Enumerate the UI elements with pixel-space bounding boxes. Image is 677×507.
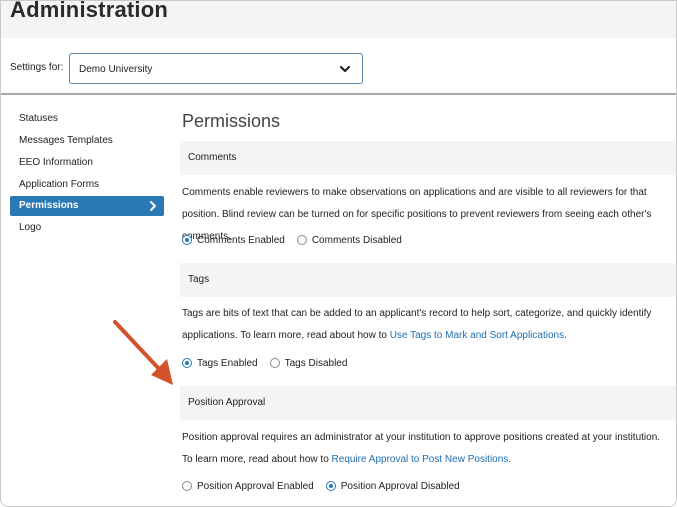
chevron-down-icon — [339, 65, 351, 73]
comments-radio-group: Comments Enabled Comments Disabled — [182, 232, 414, 248]
tags-heading: Tags — [180, 263, 676, 297]
sidebar-item-logo[interactable]: Logo — [10, 218, 164, 238]
position-approval-disabled-radio[interactable] — [325, 481, 336, 491]
position-approval-heading: Position Approval — [180, 386, 676, 420]
annotation-arrow-icon — [113, 320, 173, 385]
position-approval-radio-group: Position Approval Enabled Position Appro… — [182, 478, 472, 494]
comments-heading: Comments — [180, 141, 676, 175]
sidebar-item-statuses[interactable]: Statuses — [10, 109, 164, 129]
comments-disabled-label[interactable]: Comments Disabled — [312, 235, 402, 246]
comments-enabled-label[interactable]: Comments Enabled — [197, 235, 285, 246]
position-approval-enabled-label[interactable]: Position Approval Enabled — [197, 481, 314, 492]
settings-bar: Settings for: Demo University — [1, 38, 676, 95]
section-title: Permissions — [182, 111, 281, 131]
page-title: Administration — [10, 0, 169, 22]
settings-for-label: Settings for: — [10, 62, 64, 73]
tags-radio-group: Tags Enabled Tags Disabled — [182, 355, 359, 371]
sidebar-item-label: Permissions — [19, 200, 79, 211]
tags-help-link[interactable]: Use Tags to Mark and Sort Applications. — [390, 330, 567, 341]
comments-enabled-radio[interactable] — [182, 235, 192, 245]
tags-enabled-radio[interactable] — [182, 358, 192, 368]
position-approval-help-link[interactable]: Require Approval to Post New Positions. — [332, 454, 512, 465]
comments-disabled-radio[interactable] — [296, 235, 307, 245]
chevron-right-icon — [150, 201, 156, 211]
tags-description: Tags are bits of text that can be added … — [182, 303, 672, 347]
tags-disabled-radio[interactable] — [269, 358, 280, 368]
admin-window: Administration Settings for: Demo Univer… — [0, 0, 677, 507]
position-approval-enabled-radio[interactable] — [182, 481, 192, 491]
institution-select-value: Demo University — [79, 64, 153, 75]
sidebar-item-messages-templates[interactable]: Messages Templates — [10, 131, 164, 151]
sidebar-item-application-forms[interactable]: Application Forms — [10, 175, 164, 195]
position-approval-disabled-label[interactable]: Position Approval Disabled — [341, 481, 460, 492]
institution-select[interactable]: Demo University — [69, 53, 363, 84]
sidebar-item-eeo-information[interactable]: EEO Information — [10, 153, 164, 173]
page-header: Administration — [1, 0, 676, 38]
tags-disabled-label[interactable]: Tags Disabled — [285, 358, 348, 369]
sidebar-item-permissions[interactable]: Permissions — [10, 196, 164, 216]
position-approval-description: Position approval requires an administra… — [182, 427, 672, 471]
tags-enabled-label[interactable]: Tags Enabled — [197, 358, 258, 369]
